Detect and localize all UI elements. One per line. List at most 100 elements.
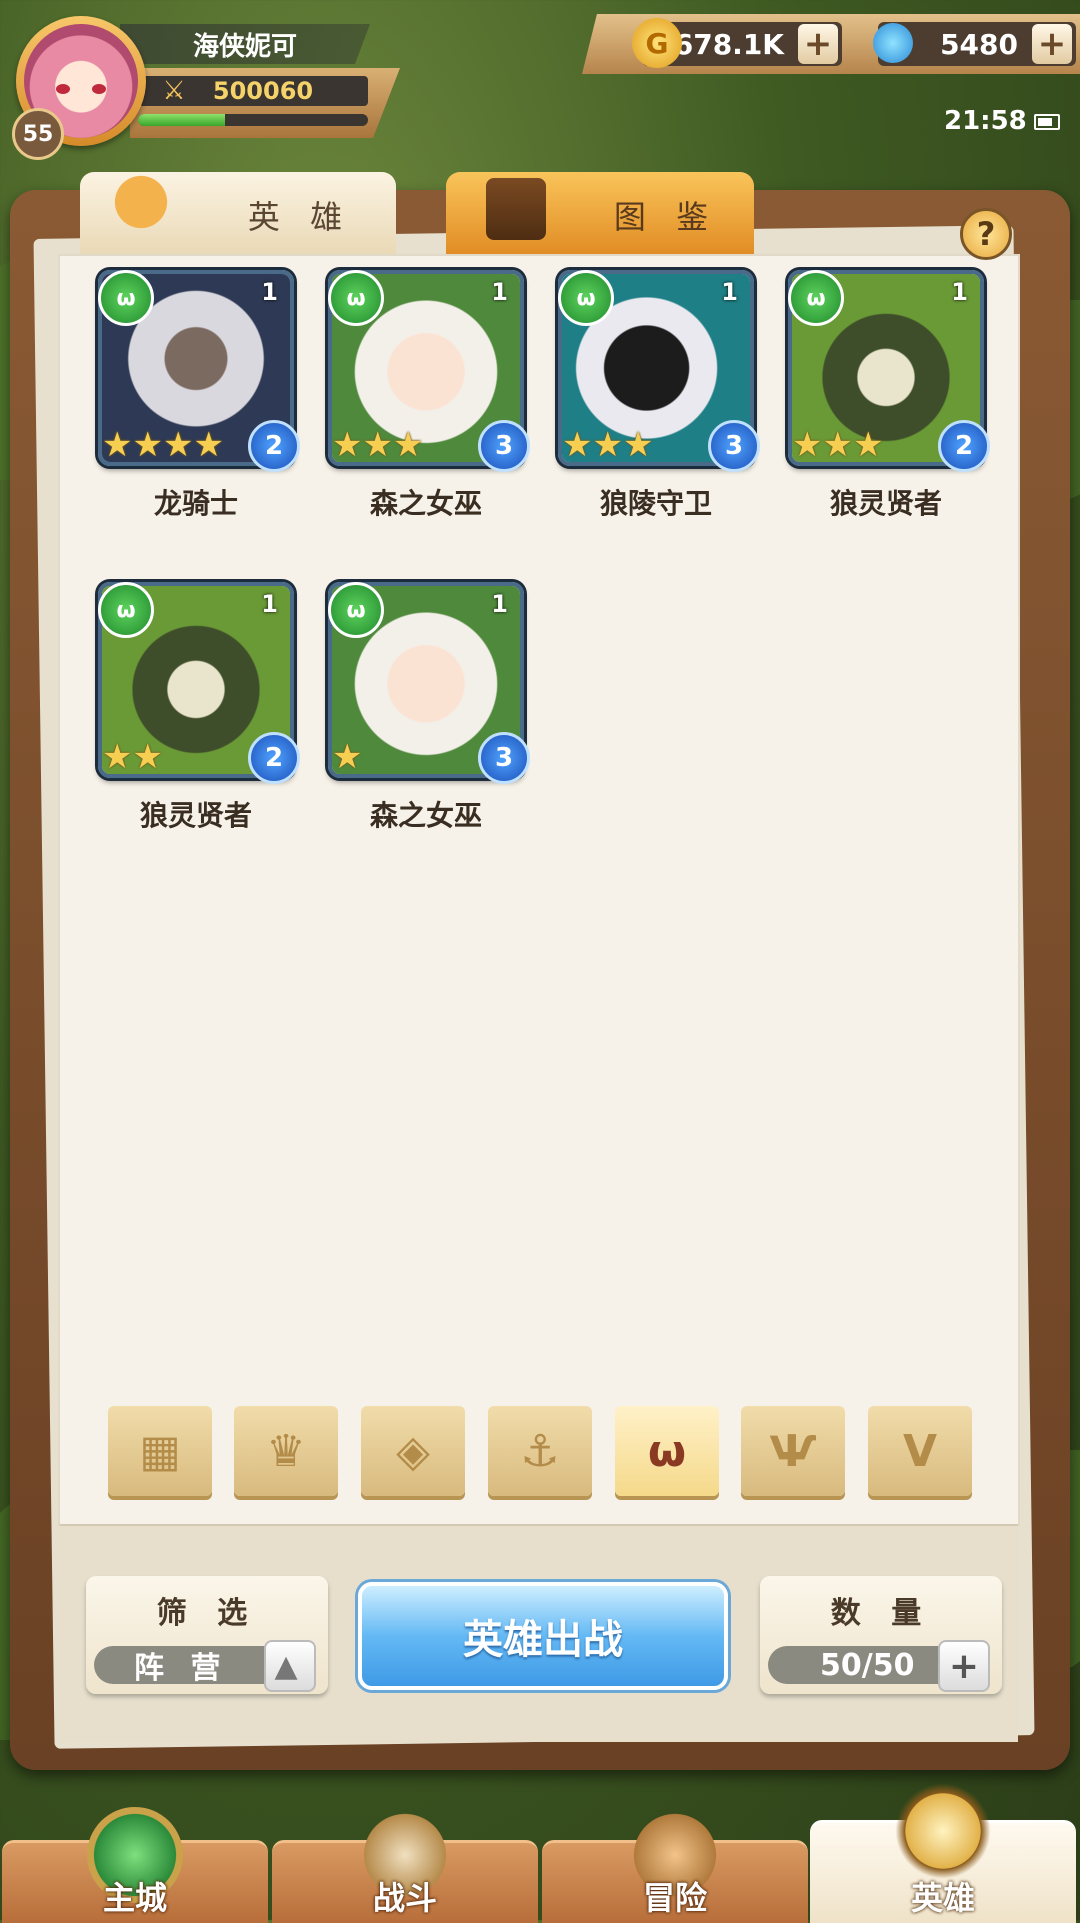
hero-rank-badge: 2	[938, 420, 990, 472]
filter-value: 阵 营	[134, 1651, 229, 1686]
star-icon: ★★★	[792, 425, 884, 465]
experience-fill	[138, 114, 226, 126]
knight-helmet-icon	[98, 170, 184, 250]
bottom-navigation: 主城 战斗 冒险 英雄	[0, 1783, 1080, 1923]
nav-heroes-label: 英雄	[910, 1879, 975, 1917]
wings-v-icon: V	[902, 1425, 938, 1477]
nav-adventure[interactable]: 冒险	[542, 1807, 808, 1923]
gold-coin-icon: G	[632, 18, 682, 68]
hero-name: 龙骑士	[153, 487, 238, 520]
avatar-eye	[56, 84, 70, 94]
hero-card[interactable]: ω 1 ★★★ 3	[328, 270, 530, 472]
hero-name: 狼灵贤者	[139, 799, 252, 832]
star-icon: ★★★★	[102, 425, 224, 465]
hero-card[interactable]: ω 1 ★★★★ 2	[98, 270, 300, 472]
star-icon: ★★★	[562, 425, 654, 465]
wolf-faction-icon: ω	[98, 270, 154, 326]
hero-stars: ★★★★	[102, 428, 224, 462]
hero-card[interactable]: ω 1 ★★★ 3	[558, 270, 760, 472]
anchor-icon: ⚓	[520, 1425, 560, 1477]
gem-amount: 5480	[940, 27, 1018, 61]
gold-display: G 1678.1K +	[632, 18, 842, 68]
nav-battle[interactable]: 战斗	[272, 1807, 538, 1923]
hero-rank-badge: 3	[478, 732, 530, 784]
hero-card[interactable]: ω 1 ★★ 2	[98, 582, 300, 784]
wolf-faction-icon: ω	[328, 582, 384, 638]
hero-name: 狼灵贤者	[829, 487, 942, 520]
hero-count: 1	[721, 278, 738, 306]
golden-helmet-icon	[895, 1783, 991, 1879]
player-name: 海侠妮可	[120, 24, 370, 64]
wolf-faction-icon: ω	[328, 270, 384, 326]
diamond-icon	[864, 14, 922, 72]
nav-main-city[interactable]: 主城	[2, 1807, 268, 1923]
deploy-heroes-button[interactable]: 英雄出战	[358, 1582, 728, 1690]
filter-all-button[interactable]: ▦	[108, 1406, 212, 1496]
wolf-head-icon: ω	[647, 1425, 687, 1477]
crossed-swords-icon: ⚔	[162, 76, 186, 106]
filter-faction-6-button[interactable]: V	[868, 1406, 972, 1496]
tab-codex[interactable]: 图 鉴	[446, 172, 754, 258]
filter-faction-1-button[interactable]: ♛	[234, 1406, 338, 1496]
chevron-up-icon[interactable]: ▲	[264, 1640, 316, 1692]
horned-demon-icon: Ѱ	[769, 1425, 817, 1477]
filter-select[interactable]: 阵 营 ▲	[94, 1640, 316, 1692]
hero-stars: ★	[332, 740, 362, 774]
all-factions-icon: ▦	[139, 1425, 181, 1477]
wolf-faction-icon: ω	[98, 582, 154, 638]
magnifier-book-icon	[486, 178, 546, 240]
crown-spikes-icon: ♛	[266, 1425, 306, 1477]
hero-name: 森之女巫	[369, 487, 482, 520]
add-capacity-button[interactable]: +	[938, 1640, 990, 1692]
gem-display: 5480 +	[864, 14, 1076, 72]
player-level-badge: 55	[12, 108, 64, 160]
filter-panel: 筛 选 阵 营 ▲	[86, 1576, 328, 1694]
wolf-faction-icon: ω	[558, 270, 614, 326]
quantity-panel: 数 量 50/50 +	[760, 1576, 1002, 1694]
currency-bar: G 1678.1K + 5480 +	[582, 14, 1080, 74]
add-gems-button[interactable]: +	[1032, 24, 1072, 64]
filter-faction-4-button[interactable]: ω	[615, 1406, 719, 1496]
quantity-title: 数 量	[830, 1596, 932, 1631]
filter-faction-3-button[interactable]: ⚓	[488, 1406, 592, 1496]
filter-faction-5-button[interactable]: Ѱ	[741, 1406, 845, 1496]
help-button[interactable]: ?	[960, 208, 1012, 260]
experience-bar	[138, 114, 368, 126]
hero-count: 1	[261, 278, 278, 306]
battery-icon	[1034, 114, 1060, 130]
hero-name: 森之女巫	[369, 799, 482, 832]
hero-count: 1	[491, 590, 508, 618]
wolf-faction-icon: ω	[788, 270, 844, 326]
hero-rank-badge: 3	[478, 420, 530, 472]
hero-name: 狼陵守卫	[599, 487, 712, 520]
quantity-value: 50/50	[820, 1647, 915, 1683]
nav-main-city-label: 主城	[102, 1879, 167, 1917]
star-icon: ★★	[102, 737, 163, 777]
hero-stars: ★★★	[562, 428, 653, 462]
filter-title: 筛 选	[156, 1596, 258, 1631]
hero-rank-badge: 2	[248, 732, 300, 784]
hero-stars: ★★	[102, 740, 163, 774]
player-power-plate: 500060 ⚔	[130, 68, 400, 138]
star-icon: ★	[332, 737, 363, 777]
star-icon: ★★★	[332, 425, 424, 465]
add-gold-button[interactable]: +	[798, 24, 838, 64]
avatar-eye	[92, 84, 106, 94]
hero-count: 1	[261, 590, 278, 618]
clock: 21:58	[944, 106, 1027, 136]
diamond-chevron-icon: ◈	[396, 1425, 430, 1477]
tab-codex-label: 图 鉴	[613, 198, 719, 236]
hero-rank-badge: 3	[708, 420, 760, 472]
hero-count: 1	[951, 278, 968, 306]
hero-count: 1	[491, 278, 508, 306]
hero-card[interactable]: ω 1 ★★★ 2	[788, 270, 990, 472]
tab-heroes-label: 英 雄	[247, 198, 353, 236]
hero-rank-badge: 2	[248, 420, 300, 472]
filter-faction-2-button[interactable]: ◈	[361, 1406, 465, 1496]
nav-heroes[interactable]: 英雄	[810, 1783, 1076, 1923]
quantity-display: 50/50 +	[768, 1640, 990, 1692]
hero-stars: ★★★	[792, 428, 883, 462]
hero-card[interactable]: ω 1 ★ 3	[328, 582, 530, 784]
tab-heroes[interactable]: 英 雄	[80, 170, 396, 258]
nav-adventure-label: 冒险	[642, 1879, 707, 1917]
